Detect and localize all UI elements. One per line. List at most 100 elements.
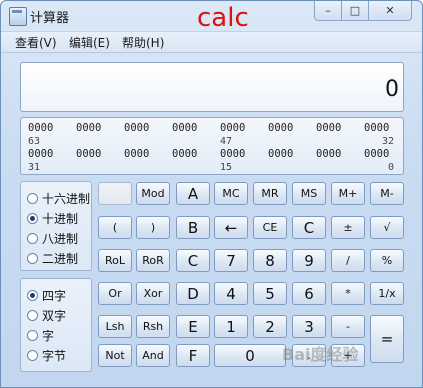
maximize-button[interactable]: □ (342, 1, 369, 21)
key-1u2fx[interactable]: 1/x (370, 282, 404, 305)
key-u2d[interactable]: - (331, 315, 365, 338)
radio-label: 四字 (42, 289, 67, 303)
key-7[interactable]: 7 (214, 249, 248, 272)
menu-edit[interactable]: 编辑(E) (69, 34, 110, 51)
radio-indicator[interactable] (27, 233, 38, 244)
key-u25[interactable]: % (370, 249, 404, 272)
bit-position-label: 32 (382, 136, 395, 147)
watermark: Bai度经验 (282, 345, 359, 364)
key-Xor[interactable]: Xor (136, 282, 170, 305)
key-u221a[interactable]: √ (370, 216, 404, 239)
key-CE[interactable]: CE (253, 216, 287, 239)
key-MS[interactable]: MS (292, 182, 326, 205)
binary-group: 0000 (268, 122, 294, 134)
base-radio-4[interactable]: 二进制 (27, 250, 78, 267)
key-D[interactable]: D (176, 282, 210, 305)
key-blank[interactable] (98, 182, 132, 205)
key-2[interactable]: 2 (253, 315, 287, 338)
base-radio-3[interactable]: 八进制 (27, 230, 78, 247)
menu-bar: 查看(V) 编辑(E) 帮助(H) (1, 31, 422, 53)
key-Not[interactable]: Not (98, 344, 132, 367)
binary-group: 0000 (124, 122, 150, 134)
key-C[interactable]: C (176, 249, 210, 272)
word-radio-2[interactable]: 双字 (27, 307, 66, 324)
binary-group: 0000 (76, 122, 102, 134)
key-u3d[interactable]: = (370, 315, 404, 363)
key-RoR[interactable]: RoR (136, 249, 170, 272)
key-Or[interactable]: Or (98, 282, 132, 305)
binary-group: 0000 (364, 122, 390, 134)
key-F[interactable]: F (176, 344, 210, 367)
word-radio-4[interactable]: 字节 (27, 347, 66, 364)
word-radio-1[interactable]: 四字 (27, 287, 66, 304)
base-radio-1[interactable]: 十六进制 (27, 190, 90, 207)
key-C[interactable]: C (292, 216, 326, 239)
binary-group: 0000 (220, 122, 246, 134)
binary-group: 0000 (124, 148, 150, 160)
key-u2f[interactable]: / (331, 249, 365, 272)
key-1[interactable]: 1 (214, 315, 248, 338)
radio-label: 双字 (42, 309, 67, 323)
radio-label: 二进制 (42, 252, 79, 266)
binary-group: 0000 (172, 122, 198, 134)
window-title: 计算器 (30, 11, 70, 26)
minimize-button[interactable]: – (314, 1, 342, 21)
key-u2a[interactable]: * (331, 282, 365, 305)
key-0[interactable]: 0 (214, 344, 286, 367)
radio-indicator[interactable] (27, 330, 38, 341)
key-6[interactable]: 6 (292, 282, 326, 305)
binary-group: 0000 (220, 148, 246, 160)
binary-group: 0000 (364, 148, 390, 160)
radio-indicator[interactable] (27, 253, 38, 264)
key-ub1[interactable]: ± (331, 216, 365, 239)
radio-label: 十六进制 (42, 192, 91, 206)
bit-position-label: 15 (220, 162, 233, 173)
radio-indicator[interactable] (27, 193, 38, 204)
key-MR[interactable]: MR (253, 182, 287, 205)
key-Mu2b[interactable]: M+ (331, 182, 365, 205)
key-E[interactable]: E (176, 315, 210, 338)
bit-position-label: 0 (388, 162, 395, 173)
bit-position-label: 47 (220, 136, 233, 147)
key-Mu2d[interactable]: M- (370, 182, 404, 205)
key-Rsh[interactable]: Rsh (136, 315, 170, 338)
key-9[interactable]: 9 (292, 249, 326, 272)
calculator-window: 计算器 – □ ✕ calc 查看(V) 编辑(E) 帮助(H) 0 0000 0… (0, 0, 423, 388)
binary-group: 0000 (28, 122, 54, 134)
key-u28[interactable]: ( (98, 216, 132, 239)
menu-help[interactable]: 帮助(H) (122, 34, 164, 51)
key-And[interactable]: And (136, 344, 170, 367)
binary-group: 0000 (172, 148, 198, 160)
radio-label: 字 (42, 329, 55, 343)
key-u2190[interactable]: ← (214, 216, 248, 239)
window-controls: – □ ✕ (314, 1, 412, 21)
key-5[interactable]: 5 (253, 282, 287, 305)
radio-indicator[interactable] (27, 290, 38, 301)
result-display: 0 (20, 62, 404, 112)
display-value: 0 (385, 77, 399, 102)
key-8[interactable]: 8 (253, 249, 287, 272)
binary-group: 0000 (76, 148, 102, 160)
binary-group: 0000 (28, 148, 54, 160)
radio-indicator[interactable] (27, 213, 38, 224)
bit-position-label: 63 (28, 136, 41, 147)
key-3[interactable]: 3 (292, 315, 326, 338)
key-4[interactable]: 4 (214, 282, 248, 305)
base-radio-2[interactable]: 十进制 (27, 210, 78, 227)
key-Mod[interactable]: Mod (136, 182, 170, 205)
radio-indicator[interactable] (27, 310, 38, 321)
binary-group: 0000 (316, 148, 342, 160)
binary-group: 0000 (316, 122, 342, 134)
radio-indicator[interactable] (27, 350, 38, 361)
word-size-group: 四字双字字字节 (20, 278, 92, 372)
binary-group: 0000 (268, 148, 294, 160)
word-radio-3[interactable]: 字 (27, 327, 54, 344)
key-RoL[interactable]: RoL (98, 249, 132, 272)
key-B[interactable]: B (176, 216, 210, 239)
close-button[interactable]: ✕ (369, 1, 412, 21)
menu-view[interactable]: 查看(V) (15, 34, 57, 51)
key-u29[interactable]: ) (136, 216, 170, 239)
key-Lsh[interactable]: Lsh (98, 315, 132, 338)
key-A[interactable]: A (176, 182, 210, 205)
key-MC[interactable]: MC (214, 182, 248, 205)
